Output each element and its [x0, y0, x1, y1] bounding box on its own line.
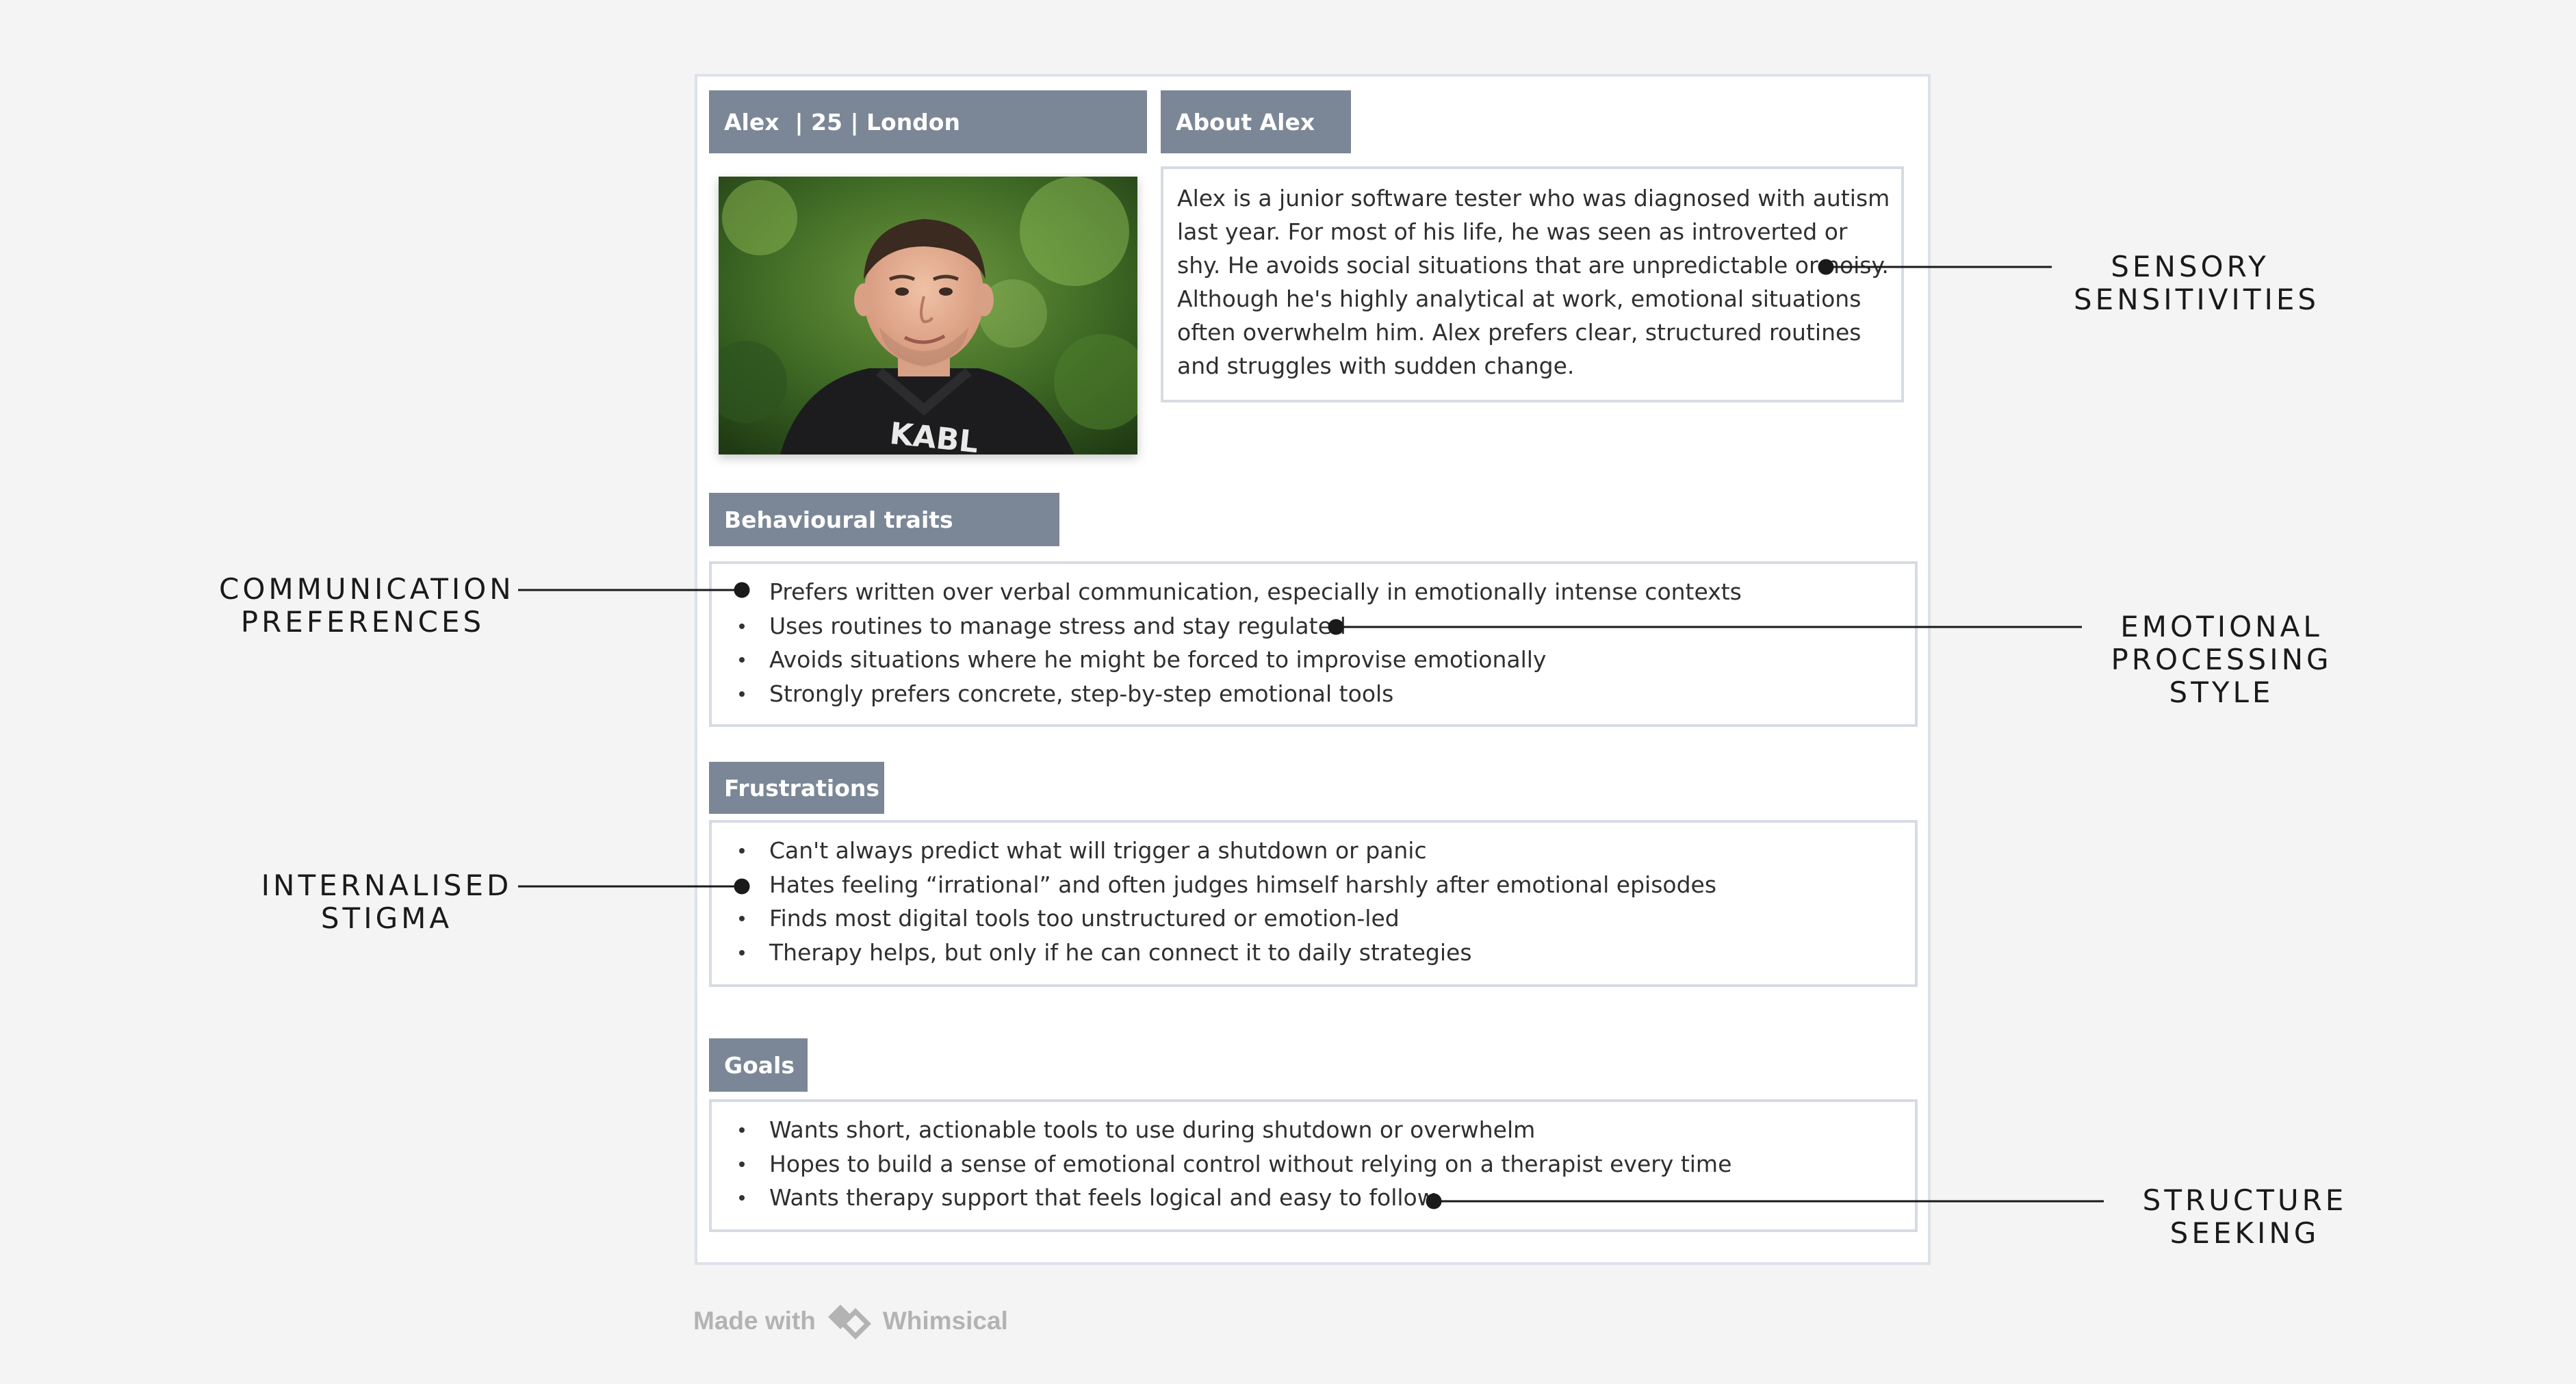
connector-dot-sensory: [1818, 259, 1834, 275]
callout-line: STYLE: [2169, 676, 2274, 709]
callout-line: COMMUNICATION: [219, 572, 515, 606]
whimsical-brand: Whimsical: [882, 1307, 1008, 1335]
callout-line: PROCESSING: [2111, 643, 2332, 676]
made-with-label: Made with: [693, 1307, 816, 1335]
callout-line: STRUCTURE: [2142, 1183, 2347, 1217]
callout-line: SENSORY: [2111, 250, 2269, 283]
callout-line: INTERNALISED: [261, 869, 513, 902]
whimsical-logo-icon: [827, 1305, 871, 1340]
callout-internalised-stigma: INTERNALISED STIGMA: [260, 869, 513, 935]
callout-communication-preferences: COMMUNICATION PREFERENCES: [219, 572, 515, 639]
callout-sensory-sensitivities: SENSORY SENSITIVITIES: [2074, 250, 2320, 316]
made-with-whimsical[interactable]: Made with Whimsical: [693, 1300, 1008, 1342]
connector-dot-emotional: [1328, 619, 1344, 635]
connector-dot-communication: [734, 582, 750, 598]
callout-line: EMOTIONAL: [2120, 610, 2323, 643]
connector-dot-stigma: [734, 878, 750, 895]
callout-emotional-processing-style: EMOTIONAL PROCESSING STYLE: [2105, 611, 2338, 709]
callout-structure-seeking: STRUCTURE SEEKING: [2128, 1184, 2361, 1250]
callout-line: SENSITIVITIES: [2074, 283, 2320, 316]
callout-line: STIGMA: [320, 901, 453, 935]
callout-line: SEEKING: [2169, 1216, 2320, 1250]
connector-dot-structure: [1426, 1193, 1442, 1209]
callout-line: PREFERENCES: [240, 605, 485, 639]
